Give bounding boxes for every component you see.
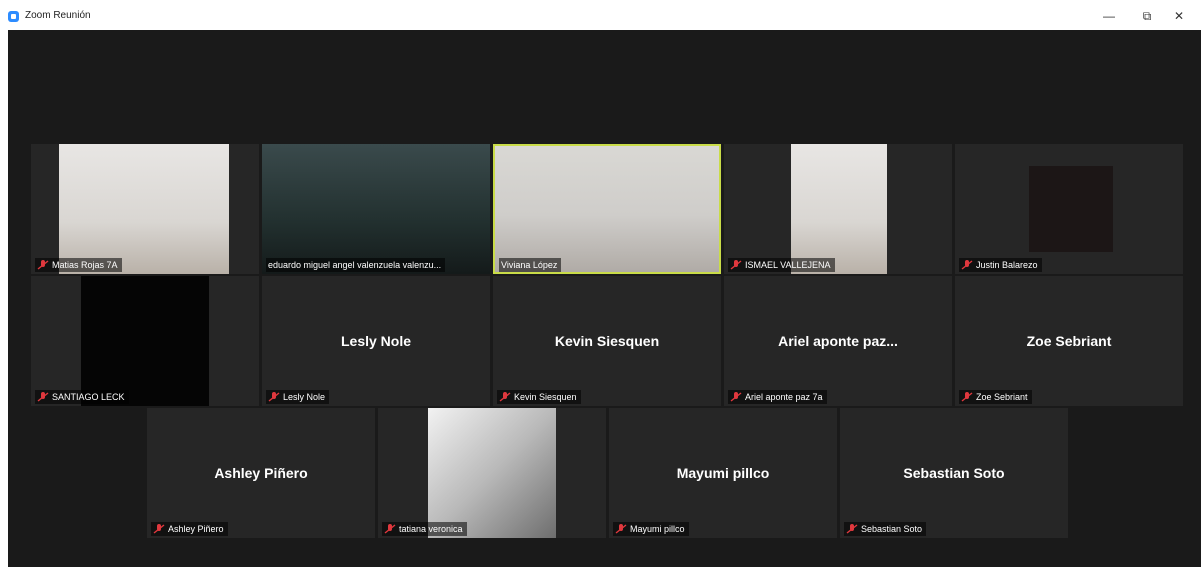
participant-center-name: Sebastian Soto bbox=[903, 465, 1005, 481]
muted-mic-icon bbox=[961, 391, 973, 402]
participant-video bbox=[59, 144, 229, 274]
muted-mic-icon bbox=[153, 523, 165, 534]
participant-center-name: Lesly Nole bbox=[340, 333, 412, 349]
muted-mic-icon bbox=[846, 523, 858, 534]
participant-name: Ashley Piñero bbox=[168, 524, 224, 534]
muted-mic-icon bbox=[37, 391, 49, 402]
muted-mic-icon bbox=[37, 259, 49, 270]
muted-mic-icon bbox=[730, 259, 742, 270]
participant-tile[interactable]: Matias Rojas 7A bbox=[31, 144, 259, 274]
participant-name: Kevin Siesquen bbox=[514, 392, 577, 402]
participant-nameplate: ISMAEL VALLEJENA bbox=[728, 258, 835, 272]
muted-mic-icon bbox=[499, 391, 511, 402]
participant-video bbox=[495, 146, 719, 272]
zoom-app-icon bbox=[8, 11, 19, 22]
participant-tile[interactable]: Sebastian Soto Sebastian Soto bbox=[840, 408, 1068, 538]
participant-profile-picture bbox=[1029, 166, 1113, 252]
participant-nameplate: Lesly Nole bbox=[266, 390, 330, 404]
participant-name: Justin Balarezo bbox=[976, 260, 1038, 270]
participant-name: Sebastian Soto bbox=[861, 524, 923, 534]
muted-mic-icon bbox=[268, 391, 280, 402]
participant-center-name: Kevin Siesquen bbox=[554, 333, 660, 349]
close-button[interactable]: ✕ bbox=[1168, 6, 1190, 26]
participant-nameplate: SANTIAGO LECK bbox=[35, 390, 129, 404]
participant-nameplate: Ariel aponte paz 7a bbox=[728, 390, 827, 404]
participant-tile[interactable]: Zoe Sebriant Zoe Sebriant bbox=[955, 276, 1183, 406]
participant-tile[interactable]: ISMAEL VALLEJENA bbox=[724, 144, 952, 274]
participant-name: Matias Rojas 7A bbox=[52, 260, 118, 270]
participant-nameplate: tatiana veronica bbox=[382, 522, 467, 536]
participant-center-name: Zoe Sebriant bbox=[1026, 333, 1112, 349]
participant-nameplate: Sebastian Soto bbox=[844, 522, 927, 536]
participant-tile[interactable]: tatiana veronica bbox=[378, 408, 606, 538]
participant-profile-picture bbox=[428, 408, 556, 538]
restore-button[interactable]: ⧉ bbox=[1136, 6, 1158, 26]
participant-nameplate: Justin Balarezo bbox=[959, 258, 1042, 272]
muted-mic-icon bbox=[615, 523, 627, 534]
participant-tile[interactable]: eduardo miguel angel valenzuela valenzu.… bbox=[262, 144, 490, 274]
participant-nameplate: Mayumi pillco bbox=[613, 522, 689, 536]
participant-video bbox=[262, 144, 490, 274]
participant-name: Viviana López bbox=[501, 260, 558, 270]
participant-name: Lesly Nole bbox=[283, 392, 326, 402]
participant-name: eduardo miguel angel valenzuela valenzu.… bbox=[268, 260, 442, 270]
participant-name: Zoe Sebriant bbox=[976, 392, 1028, 402]
participant-tile[interactable]: Lesly Nole Lesly Nole bbox=[262, 276, 490, 406]
participant-nameplate: Matias Rojas 7A bbox=[35, 258, 122, 272]
window-titlebar: Zoom Reunión — ⧉ ✕ bbox=[0, 0, 1201, 30]
participant-tile-active-speaker[interactable]: Viviana López bbox=[493, 144, 721, 274]
participant-tile[interactable]: Kevin Siesquen Kevin Siesquen bbox=[493, 276, 721, 406]
window-title: Zoom Reunión bbox=[25, 10, 91, 21]
participant-name: Mayumi pillco bbox=[630, 524, 685, 534]
participant-nameplate: eduardo miguel angel valenzuela valenzu.… bbox=[266, 258, 446, 272]
participant-video bbox=[791, 144, 887, 274]
participant-tile[interactable]: Ashley Piñero Ashley Piñero bbox=[147, 408, 375, 538]
participant-video bbox=[81, 276, 209, 406]
participant-nameplate: Kevin Siesquen bbox=[497, 390, 581, 404]
participant-name: ISMAEL VALLEJENA bbox=[745, 260, 831, 270]
participant-tile[interactable]: SANTIAGO LECK bbox=[31, 276, 259, 406]
participant-center-name: Ashley Piñero bbox=[214, 465, 308, 481]
participant-nameplate: Ashley Piñero bbox=[151, 522, 228, 536]
participant-name: tatiana veronica bbox=[399, 524, 463, 534]
participant-nameplate: Zoe Sebriant bbox=[959, 390, 1032, 404]
participant-tile[interactable]: Ariel aponte paz... Ariel aponte paz 7a bbox=[724, 276, 952, 406]
muted-mic-icon bbox=[730, 391, 742, 402]
muted-mic-icon bbox=[384, 523, 396, 534]
participant-center-name: Ariel aponte paz... bbox=[778, 333, 898, 349]
muted-mic-icon bbox=[961, 259, 973, 270]
participant-nameplate: Viviana López bbox=[499, 258, 562, 272]
gallery-view: Matias Rojas 7A eduardo miguel angel val… bbox=[8, 30, 1201, 567]
minimize-button[interactable]: — bbox=[1098, 6, 1120, 26]
participant-tile[interactable]: Mayumi pillco Mayumi pillco bbox=[609, 408, 837, 538]
participant-name: Ariel aponte paz 7a bbox=[745, 392, 823, 402]
participant-center-name: Mayumi pillco bbox=[676, 465, 770, 481]
participant-tile[interactable]: Justin Balarezo bbox=[955, 144, 1183, 274]
participant-name: SANTIAGO LECK bbox=[52, 392, 125, 402]
